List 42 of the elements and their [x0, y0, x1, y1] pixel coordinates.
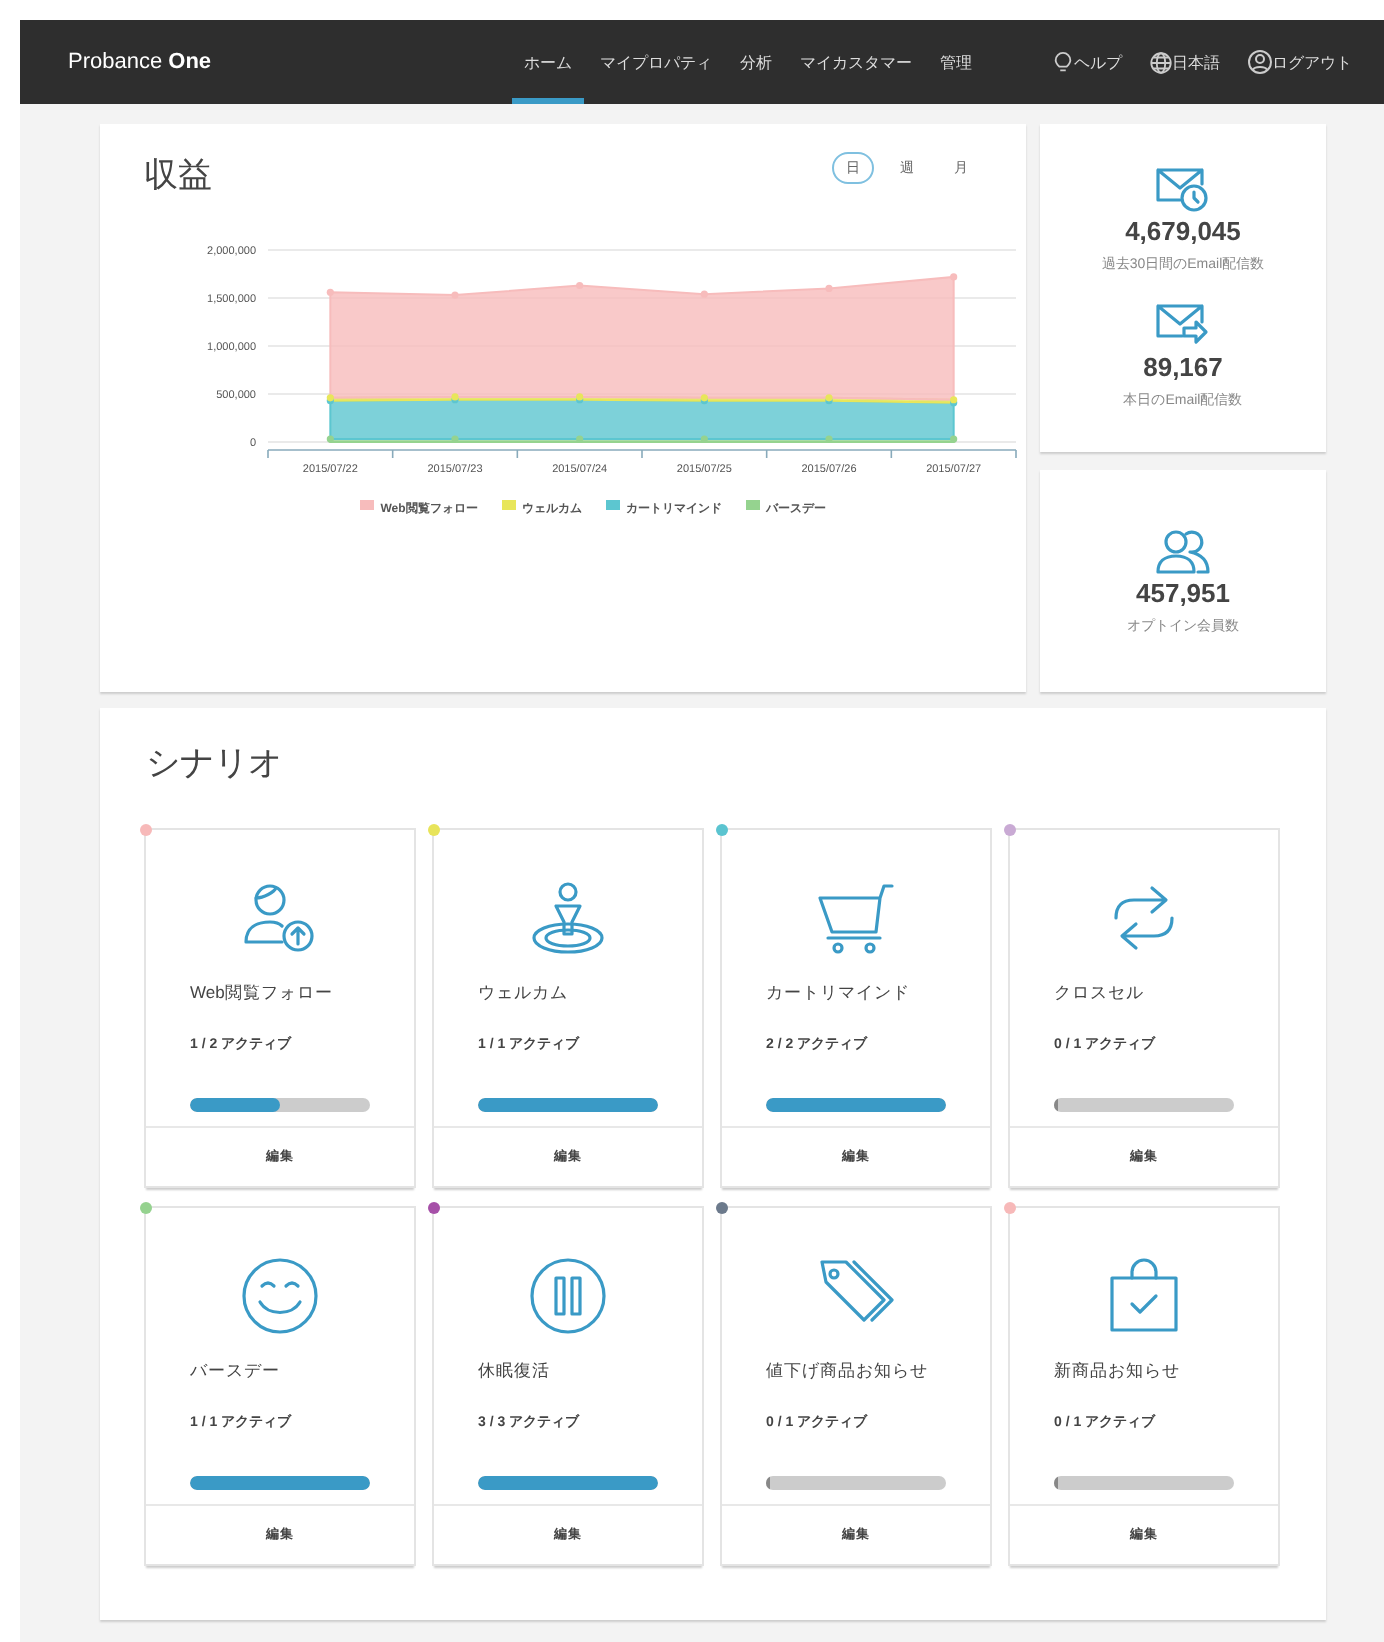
- stat-value: 457,951: [1136, 577, 1230, 607]
- legend-swatch: [745, 500, 760, 510]
- data-point: [825, 284, 833, 292]
- stat-value: 4,679,045: [1125, 216, 1241, 246]
- scenario-name: 値下げ商品お知らせ: [766, 1360, 930, 1384]
- scenario-name: Web閲覧フォロー: [190, 982, 335, 1006]
- data-point: [950, 273, 958, 281]
- user-circle-icon: [1248, 50, 1272, 74]
- pause-icon: [528, 1256, 608, 1336]
- panel-title: シナリオ: [146, 742, 284, 786]
- legend-swatch: [501, 500, 516, 510]
- data-point: [700, 290, 708, 298]
- person-target-icon: [528, 878, 608, 958]
- legend-swatch: [360, 500, 375, 510]
- mail-send-icon: [1154, 302, 1211, 350]
- cart-icon: [816, 878, 896, 958]
- scenario-name: ウェルカム: [478, 982, 570, 1006]
- nav-tab[interactable]: 分析: [728, 20, 784, 104]
- legend-swatch: [605, 500, 620, 510]
- bag-check-icon: [1104, 1256, 1184, 1336]
- scenario-name: 新商品お知らせ: [1054, 1360, 1182, 1384]
- globe-icon: [1150, 51, 1172, 73]
- nav-tab[interactable]: マイカスタマー: [788, 20, 924, 104]
- logo[interactable]: Probance One: [68, 50, 512, 74]
- data-point: [451, 291, 459, 299]
- smile-icon: [240, 1256, 320, 1336]
- mail-clock-icon: [1154, 166, 1211, 214]
- nav-tab[interactable]: マイプロパティ: [588, 20, 724, 104]
- scenario-name: バースデー: [190, 1360, 282, 1384]
- scenario-name: カートリマインド: [766, 982, 912, 1006]
- nav-tab[interactable]: 管理: [928, 20, 984, 104]
- scenario-name: 休眠復活: [478, 1360, 552, 1384]
- stat-value: 89,167: [1143, 352, 1223, 382]
- users-icon: [1155, 527, 1211, 575]
- lightbulb-icon: [1052, 51, 1074, 73]
- header-link[interactable]: ヘルプ: [1074, 51, 1122, 73]
- header-link[interactable]: 日本語: [1172, 51, 1220, 73]
- panel-title: 収益: [144, 154, 212, 198]
- header-link[interactable]: ログアウト: [1272, 51, 1352, 73]
- scenario-name: クロスセル: [1054, 982, 1146, 1006]
- data-point: [326, 288, 334, 296]
- user-upload-icon: [240, 878, 320, 958]
